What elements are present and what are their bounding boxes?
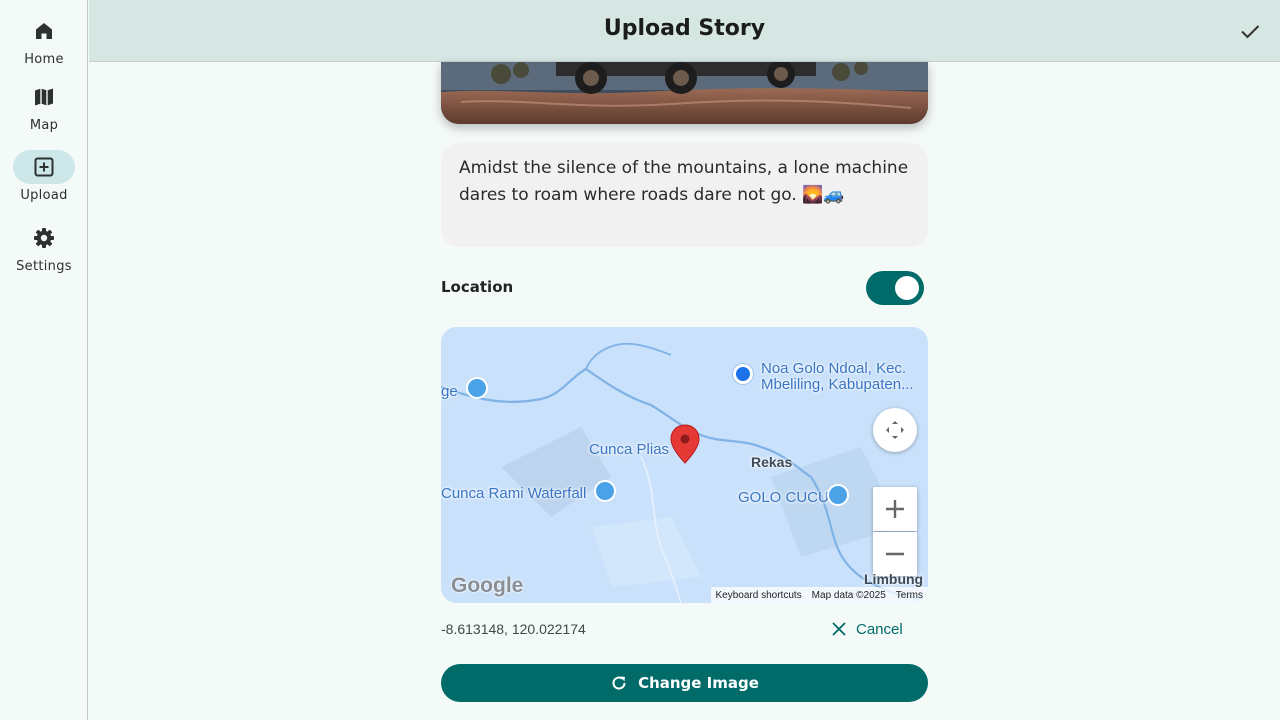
move-arrows-icon bbox=[886, 421, 904, 439]
nav-label-settings: Settings bbox=[16, 259, 72, 274]
location-map[interactable]: ge Noa Golo Ndoal, Kec. Mbeliling, Kabup… bbox=[441, 327, 928, 603]
location-marker-icon[interactable] bbox=[670, 424, 700, 468]
nav-item-map[interactable]: Map bbox=[0, 80, 88, 133]
cancel-label: Cancel bbox=[856, 620, 903, 638]
coordinates-text: -8.613148, 120.022174 bbox=[441, 621, 586, 637]
add-box-icon bbox=[13, 150, 75, 184]
gear-icon bbox=[13, 221, 75, 255]
terms-link[interactable]: Terms bbox=[891, 590, 928, 601]
caption-text[interactable]: Amidst the silence of the mountains, a l… bbox=[441, 143, 928, 247]
map-label-edge: ge bbox=[441, 383, 458, 400]
camera-poi-icon[interactable] bbox=[594, 480, 616, 502]
zoom-in-button[interactable] bbox=[873, 487, 917, 531]
home-icon bbox=[13, 14, 75, 48]
cancel-location-button[interactable]: Cancel bbox=[832, 618, 903, 640]
close-icon bbox=[832, 622, 846, 636]
refresh-icon bbox=[612, 676, 626, 690]
map-data-text: Map data ©2025 bbox=[811, 589, 886, 601]
nav-label-home: Home bbox=[24, 52, 64, 67]
map-label-golo-cucu: GOLO CUCU bbox=[738, 489, 829, 506]
zoom-out-button[interactable] bbox=[873, 532, 917, 576]
app-bar: Upload Story bbox=[89, 0, 1280, 62]
minus-icon bbox=[886, 552, 904, 556]
nav-item-upload[interactable]: Upload bbox=[0, 150, 88, 203]
map-label-limbung: Limbung bbox=[864, 571, 924, 587]
map-label-noa-golo-2: Mbeliling, Kabupaten... bbox=[761, 376, 914, 393]
fullscreen-button[interactable] bbox=[873, 408, 917, 452]
camera-poi-icon[interactable] bbox=[827, 484, 849, 506]
nav-item-home[interactable]: Home bbox=[0, 14, 88, 67]
keyboard-shortcuts-link[interactable]: Keyboard shortcuts bbox=[711, 590, 807, 601]
change-image-label: Change Image bbox=[638, 674, 759, 692]
toggle-knob bbox=[895, 276, 919, 300]
nav-label-upload: Upload bbox=[20, 188, 68, 203]
page-title: Upload Story bbox=[603, 16, 766, 41]
camera-poi-icon[interactable] bbox=[466, 377, 488, 399]
map-icon bbox=[13, 80, 75, 114]
nav-item-settings[interactable]: Settings bbox=[0, 221, 88, 274]
location-toggle[interactable] bbox=[866, 271, 924, 305]
plus-icon bbox=[886, 500, 904, 518]
map-label-noa-golo-1: Noa Golo Ndoal, Kec. bbox=[761, 360, 907, 377]
location-label: Location bbox=[441, 278, 514, 296]
place-pin-icon[interactable] bbox=[733, 364, 753, 384]
nav-label-map: Map bbox=[29, 118, 59, 133]
map-label-cunca-rami: Cunca Rami Waterfall bbox=[441, 485, 587, 502]
story-image-preview bbox=[441, 62, 928, 124]
map-label-rekas: Rekas bbox=[751, 454, 793, 470]
change-image-button[interactable]: Change Image bbox=[441, 664, 928, 702]
map-label-cunca-plias: Cunca Plias bbox=[589, 441, 670, 458]
navigation-rail: Home Map Upload Settings bbox=[0, 0, 88, 720]
check-icon[interactable] bbox=[1238, 19, 1262, 43]
google-logo: Google bbox=[451, 574, 524, 597]
map-attribution: Keyboard shortcuts Map data ©2025 Terms bbox=[710, 587, 928, 603]
